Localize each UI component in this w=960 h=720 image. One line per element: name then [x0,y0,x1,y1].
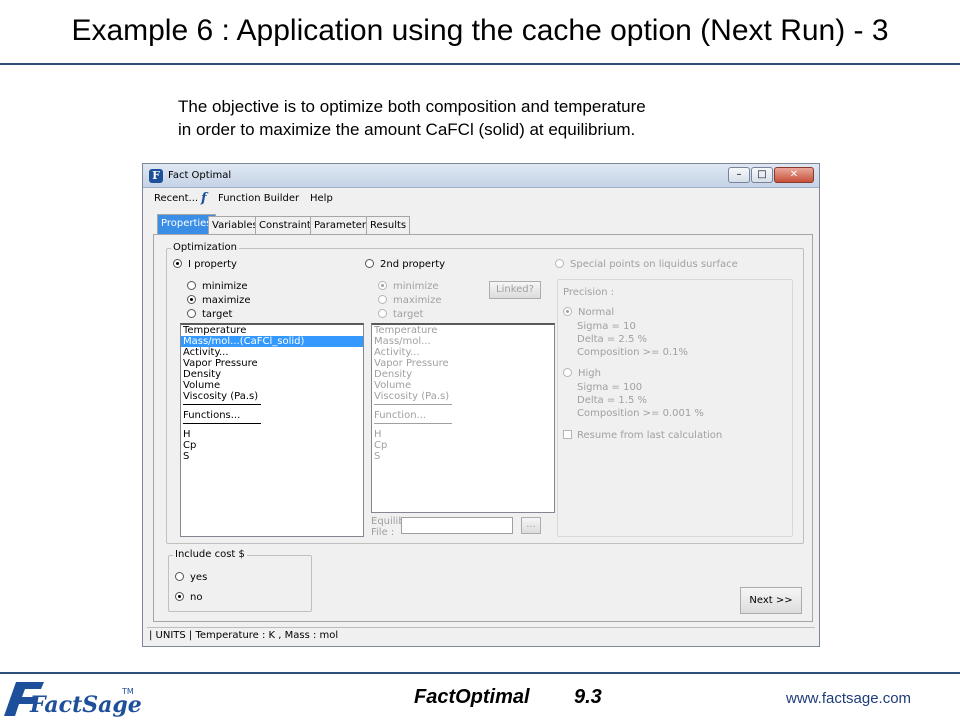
list-item[interactable]: Mass/mol... [372,336,554,347]
intro-text: The objective is to optimize both compos… [178,95,646,141]
next-button[interactable]: Next >> [740,587,802,614]
menu-function-builder[interactable]: Function Builder [218,193,299,204]
slide-title: Example 6 : Application using the cache … [71,14,889,47]
list-item[interactable]: Cp [372,440,554,451]
app-icon: F [149,169,163,183]
intro-line-1: The objective is to optimize both compos… [178,97,646,116]
function-builder-icon[interactable]: f [201,192,213,206]
radio-second-minimize[interactable]: minimize [378,281,439,292]
include-cost-legend: Include cost $ [173,549,247,560]
title-divider [0,63,960,65]
radio-dot [563,307,572,316]
list-item[interactable]: H [181,429,363,440]
radio-dot [378,295,387,304]
high-composition: Composition >= 0.001 % [577,408,704,419]
high-delta: Delta = 1.5 % [577,395,647,406]
list-item[interactable]: Temperature [181,325,363,336]
list-item[interactable]: Functions... [181,410,363,421]
radio-dot [378,281,387,290]
menu-recent[interactable]: Recent... [154,193,198,204]
footer-app-name: FactOptimal [414,686,530,708]
radio-dot [175,592,184,601]
tab-results[interactable]: Results [366,216,411,234]
radio-precision-high[interactable]: High [563,368,601,379]
linked-button[interactable]: Linked? [489,281,541,299]
footer-url[interactable]: www.factsage.com [786,690,911,707]
list-item[interactable]: S [372,451,554,462]
radio-second-property[interactable]: 2nd property [365,259,445,270]
precision-label: Precision : [563,287,615,298]
equilib-file-label: Equilib File : [371,516,405,538]
radio-cost-yes[interactable]: yes [175,572,207,583]
equilib-file-input[interactable] [401,517,513,534]
radio-first-property[interactable]: I property [173,259,237,270]
window-title: Fact Optimal [168,170,232,181]
radio-dot [365,259,374,268]
radio-dot [555,259,564,268]
second-property-list[interactable]: Temperature Mass/mol... Activity... Vapo… [371,323,555,513]
factsage-logo: FactSage TM [4,682,142,718]
list-item[interactable]: H [372,429,554,440]
list-item[interactable]: Volume [181,380,363,391]
radio-dot [175,572,184,581]
list-item[interactable]: Volume [372,380,554,391]
checkbox-box [563,430,572,439]
list-item[interactable]: S [181,451,363,462]
footer-divider [0,672,960,674]
resume-checkbox[interactable]: Resume from last calculation [563,430,722,441]
status-bar: | UNITS | Temperature : K , Mass : mol [147,627,815,643]
radio-dot [187,295,196,304]
radio-minimize[interactable]: minimize [187,281,248,292]
include-cost-group: Include cost $ yes no [168,549,312,612]
logo-tm: TM [121,687,134,696]
radio-maximize[interactable]: maximize [187,295,251,306]
close-button[interactable]: ✕ [774,167,814,183]
radio-dot [187,309,196,318]
high-sigma: Sigma = 100 [577,382,643,393]
radio-cost-no[interactable]: no [175,592,202,603]
radio-precision-normal[interactable]: Normal [563,307,614,318]
menu-help[interactable]: Help [310,193,333,204]
radio-target[interactable]: target [187,309,232,320]
tab-variables[interactable]: Variables [208,216,262,234]
maximize-button[interactable]: □ [751,167,773,183]
list-item-selected[interactable]: Mass/mol...(CaFCl_solid) [181,336,363,347]
radio-dot [378,309,387,318]
optimization-group: Optimization I property 2nd property Spe… [166,242,804,544]
menu-bar: Recent... f Function Builder Help [143,189,819,209]
properties-panel: Optimization I property 2nd property Spe… [153,234,813,622]
list-item[interactable]: Density [372,369,554,380]
fact-optimal-window: F Fact Optimal – □ ✕ Recent... f Functio… [142,163,820,647]
normal-delta: Delta = 2.5 % [577,334,647,345]
normal-composition: Composition >= 0.1% [577,347,688,358]
equilib-browse-button[interactable]: ... [521,517,541,534]
list-item[interactable]: Cp [181,440,363,451]
optimization-legend: Optimization [171,242,239,253]
list-item[interactable]: Density [181,369,363,380]
list-item[interactable]: Vapor Pressure [372,358,554,369]
list-item[interactable]: Viscosity (Pa.s) [372,391,554,402]
radio-dot [187,281,196,290]
normal-sigma: Sigma = 10 [577,321,636,332]
intro-line-2: in order to maximize the amount CaFCl (s… [178,120,636,139]
first-property-list[interactable]: Temperature Mass/mol...(CaFCl_solid) Act… [180,323,364,537]
radio-special-points[interactable]: Special points on liquidus surface [555,259,738,270]
radio-second-target[interactable]: target [378,309,423,320]
list-item[interactable]: Temperature [372,325,554,336]
list-item[interactable]: Activity... [181,347,363,358]
radio-dot [173,259,182,268]
minimize-button[interactable]: – [728,167,750,183]
list-item[interactable]: Activity... [372,347,554,358]
radio-dot [563,368,572,377]
list-item[interactable]: Viscosity (Pa.s) [181,391,363,402]
list-item[interactable]: Vapor Pressure [181,358,363,369]
tab-properties[interactable]: Properties [157,214,216,234]
radio-second-maximize[interactable]: maximize [378,295,442,306]
list-item[interactable]: Function... [372,410,554,421]
footer-version: 9.3 [574,686,602,708]
window-titlebar[interactable]: F Fact Optimal – □ ✕ [143,164,819,188]
